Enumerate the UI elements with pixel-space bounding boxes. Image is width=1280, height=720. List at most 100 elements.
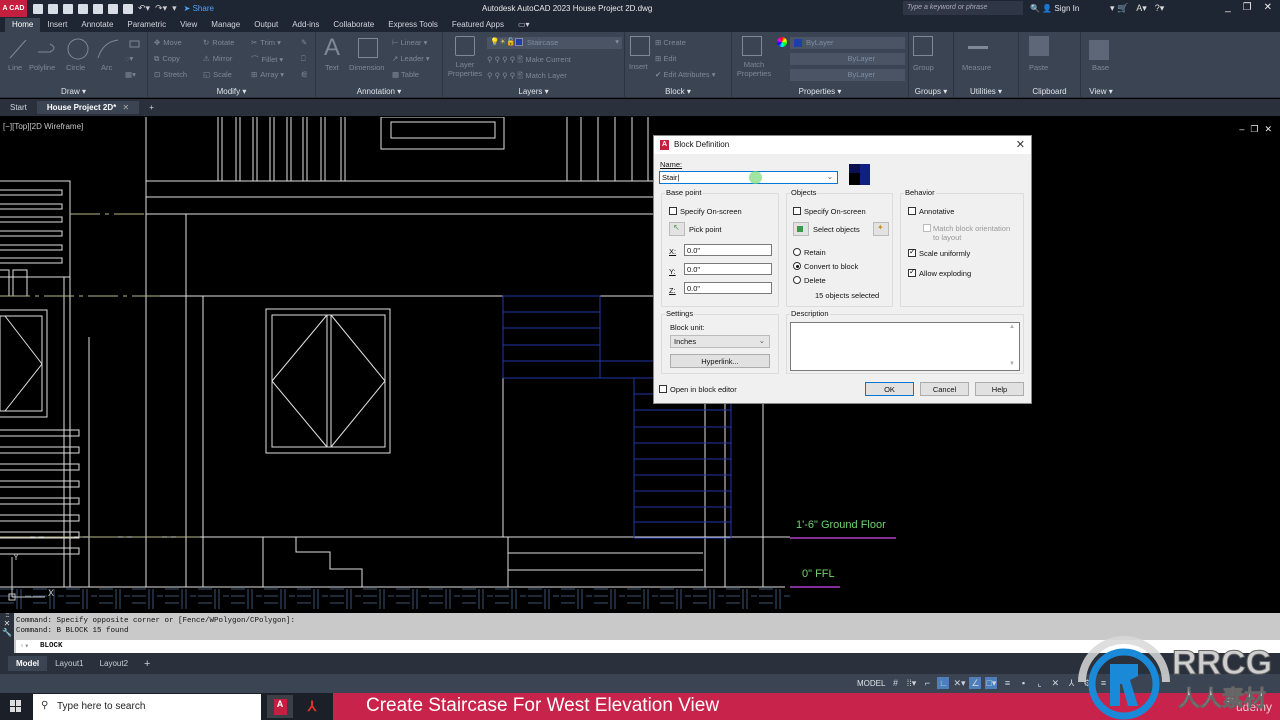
scroll-down-icon[interactable]: ▼ (1009, 361, 1015, 367)
hyperlink-button[interactable]: Hyperlink... (670, 354, 770, 368)
modify-panel-label[interactable]: Modify ▾ (148, 87, 315, 96)
line-tool[interactable]: Line (8, 63, 22, 72)
sign-in-button[interactable]: 🔍 👤 Sign In (1030, 4, 1079, 13)
polar-tracking-icon[interactable]: ✕▾ (953, 677, 965, 689)
autocad-logo[interactable]: A CAD (0, 0, 27, 17)
convert-to-block-radio[interactable] (793, 262, 801, 270)
workspace-icon[interactable]: ⚙ (1081, 677, 1093, 689)
retain-radio[interactable] (793, 248, 801, 256)
ribbon-tab-parametric[interactable]: Parametric (120, 18, 173, 32)
array-tool[interactable]: ⊞ Array ▾ (251, 70, 284, 79)
erase-icon[interactable]: ✎ (301, 38, 307, 47)
z-coordinate-input[interactable]: 0.0" (684, 282, 772, 294)
annotation-scale-icon[interactable]: ⅄ (1065, 677, 1077, 689)
stretch-tool[interactable]: ⊡ Stretch (154, 70, 187, 79)
house-project-tab[interactable]: House Project 2D* ✕ (36, 101, 140, 114)
scroll-up-icon[interactable]: ▲ (1009, 324, 1015, 330)
chevron-down-icon[interactable]: ⌄ (827, 172, 833, 181)
transparency-icon[interactable]: ▪ (1017, 677, 1029, 689)
ellipse-icon[interactable]: ◌▾ (125, 54, 133, 63)
objects-specify-onscreen-checkbox[interactable] (793, 207, 801, 215)
measure-button[interactable]: Measure (962, 63, 991, 72)
windows-start-icon[interactable] (10, 700, 22, 712)
redo-icon[interactable]: ↷▾ (155, 3, 167, 14)
offset-icon[interactable]: ⋹ (301, 70, 308, 79)
ribbon-tab-add-ins[interactable]: Add-ins (285, 18, 326, 32)
help-icon[interactable]: ?▾ (1155, 3, 1165, 14)
trim-tool[interactable]: ✂ Trim ▾ (251, 38, 281, 47)
description-textarea[interactable] (790, 322, 1020, 371)
new-tab-button[interactable]: + (139, 101, 164, 114)
annotation-visibility-icon[interactable]: ✕ (1049, 677, 1061, 689)
explode-icon[interactable]: ⎕ (301, 54, 306, 64)
share-button[interactable]: ➤ Share (184, 4, 214, 13)
draw-panel-label[interactable]: Draw ▾ (0, 87, 147, 96)
layers-panel-label[interactable]: Layers ▾ (443, 87, 624, 96)
groups-panel-label[interactable]: Groups ▾ (909, 87, 953, 96)
table-tool[interactable]: ▦ Table (392, 70, 419, 79)
allow-exploding-checkbox[interactable] (908, 267, 916, 277)
edit-attributes-button[interactable]: ✔ Edit Attributes ▾ (655, 70, 716, 79)
match-orientation-checkbox[interactable] (923, 224, 931, 232)
select-objects-button[interactable] (793, 222, 809, 236)
print-icon[interactable] (123, 3, 133, 14)
customize-wrench-icon[interactable]: 🔧 (0, 628, 14, 637)
layout2-tab[interactable]: Layout2 (92, 656, 136, 671)
annotation-panel-label[interactable]: Annotation ▾ (316, 87, 442, 96)
close-tab-icon[interactable]: ✕ (123, 103, 130, 112)
ribbon-tab-home[interactable]: Home (5, 18, 41, 32)
base-specify-onscreen-checkbox[interactable] (669, 207, 677, 215)
minimize-icon[interactable]: _ (1225, 2, 1231, 13)
linear-tool[interactable]: ⊢ Linear ▾ (392, 38, 427, 47)
close-command-icon[interactable]: ✕ (0, 619, 14, 628)
hatch-icon[interactable]: ▦▾ (125, 70, 136, 79)
match-layer-button[interactable]: Match Layer (525, 71, 566, 80)
restore-icon[interactable]: ❐ (1243, 2, 1252, 13)
selection-cycling-icon[interactable]: ⌞ (1033, 677, 1045, 689)
grid-icon[interactable]: # (889, 677, 901, 689)
move-tool[interactable]: ✥ Move (154, 38, 182, 47)
object-snap-icon[interactable]: □▾ (985, 677, 998, 689)
match-properties-button[interactable]: Match Properties (735, 60, 773, 78)
ribbon-tab-express-tools[interactable]: Express Tools (381, 18, 445, 32)
edit-block-button[interactable]: ⊞ Edit (655, 54, 676, 63)
scale-uniformly-checkbox[interactable] (908, 247, 916, 257)
dialog-close-icon[interactable]: ✕ (1016, 138, 1025, 151)
rotate-tool[interactable]: ↻ Rotate (203, 38, 234, 47)
create-block-button[interactable]: ⊞ Create (655, 38, 686, 47)
layer-dropdown[interactable]: 💡☀🔓 Staircase ▾ (487, 37, 622, 49)
cancel-button[interactable]: Cancel (920, 382, 969, 396)
make-current-button[interactable]: Make Current (525, 55, 570, 64)
viewport-close-icon[interactable]: ✕ (1264, 124, 1272, 135)
ribbon-options-icon[interactable]: ▭▾ (511, 18, 537, 32)
drawing-viewport[interactable]: Y X [−][Top][2D Wireframe] – ❐ ✕ 1'-6" G… (0, 117, 1280, 613)
ortho-icon[interactable]: ∟ (937, 677, 950, 689)
ribbon-tab-output[interactable]: Output (247, 18, 285, 32)
pick-point-button[interactable]: ↖ (669, 222, 685, 236)
color-dropdown[interactable]: ByLayer (790, 37, 905, 49)
model-tab[interactable]: Model (8, 656, 48, 671)
publish-icon[interactable] (93, 3, 103, 14)
autodesk-account-icon[interactable]: A▾ (1136, 3, 1147, 14)
arc-tool[interactable]: Arc (101, 63, 112, 72)
layer-properties-button[interactable]: Layer Properties (447, 60, 483, 78)
linetype-dropdown[interactable]: ByLayer (790, 53, 905, 65)
add-layout-button[interactable]: + (136, 655, 158, 673)
autocad-taskbar-app[interactable]: A (267, 695, 293, 718)
insert-button[interactable]: Insert (629, 62, 648, 71)
text-icon[interactable]: A (324, 34, 340, 62)
ribbon-tab-featured-apps[interactable]: Featured Apps (445, 18, 511, 32)
circle-tool[interactable]: Circle (66, 63, 85, 72)
quick-select-button[interactable]: ✦ (873, 222, 889, 236)
layout1-tab[interactable]: Layout1 (47, 656, 91, 671)
help-search-input[interactable]: Type a keyword or phrase (903, 1, 1023, 15)
open-folder-icon[interactable] (48, 3, 58, 14)
annotative-checkbox[interactable] (908, 207, 916, 215)
view-panel-label[interactable]: View ▾ (1081, 87, 1121, 96)
viewport-minimize-icon[interactable]: – (1239, 124, 1244, 135)
base-button[interactable]: Base (1092, 63, 1109, 72)
taskbar-search-input[interactable]: ⚲ Type here to search (33, 694, 261, 720)
isometric-icon[interactable]: ∠ (969, 677, 982, 689)
new-file-icon[interactable] (33, 3, 43, 14)
leader-tool[interactable]: ↗ Leader ▾ (392, 54, 430, 63)
